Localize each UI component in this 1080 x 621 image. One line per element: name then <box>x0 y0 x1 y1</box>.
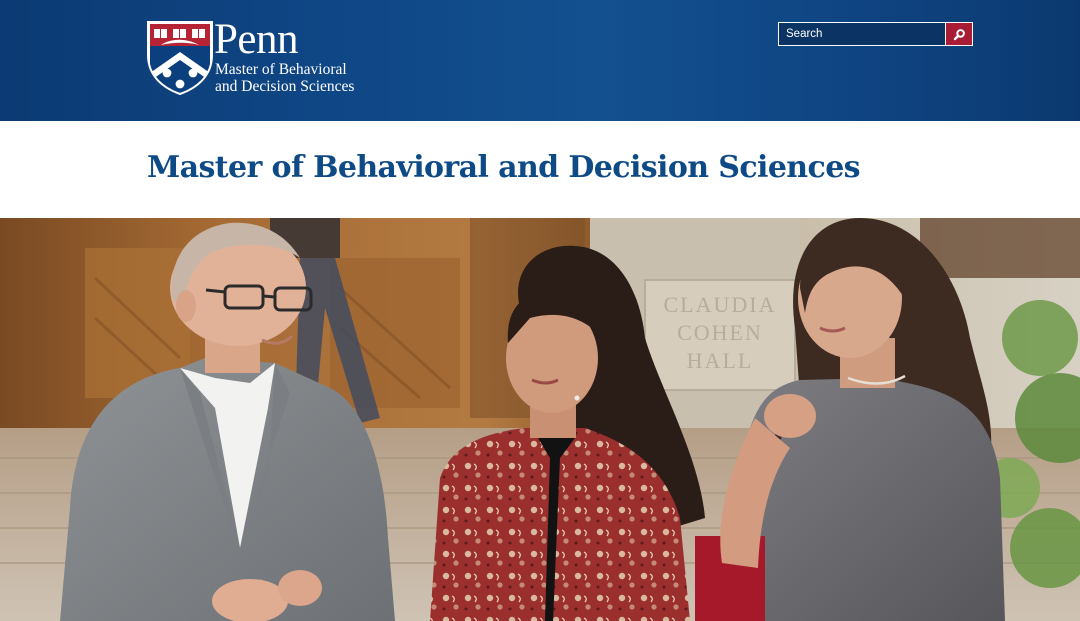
program-subtitle-line2: and Decision Sciences <box>215 77 355 95</box>
search-button[interactable] <box>946 22 973 46</box>
engraved-text-line1: CLAUDIA <box>664 292 777 317</box>
hero-image: CLAUDIA COHEN HALL <box>0 218 1080 621</box>
penn-shield-icon <box>147 21 213 95</box>
search-form <box>778 22 973 46</box>
penn-wordmark: Penn <box>214 16 299 63</box>
hero-photo: CLAUDIA COHEN HALL <box>0 218 1080 621</box>
engraved-text-line3: HALL <box>687 348 754 373</box>
program-subtitle: Master of Behavioral and Decision Scienc… <box>215 61 355 95</box>
title-band: Master of Behavioral and Decision Scienc… <box>0 121 1080 218</box>
search-icon <box>953 28 965 40</box>
program-subtitle-line1: Master of Behavioral <box>215 61 347 78</box>
search-input[interactable] <box>778 22 946 46</box>
page-title: Master of Behavioral and Decision Scienc… <box>147 150 861 185</box>
engraved-text-line2: COHEN <box>677 320 763 345</box>
site-header: Penn Master of Behavioral and Decision S… <box>0 0 1080 121</box>
penn-logo-link[interactable]: Penn Master of Behavioral and Decision S… <box>147 16 387 98</box>
